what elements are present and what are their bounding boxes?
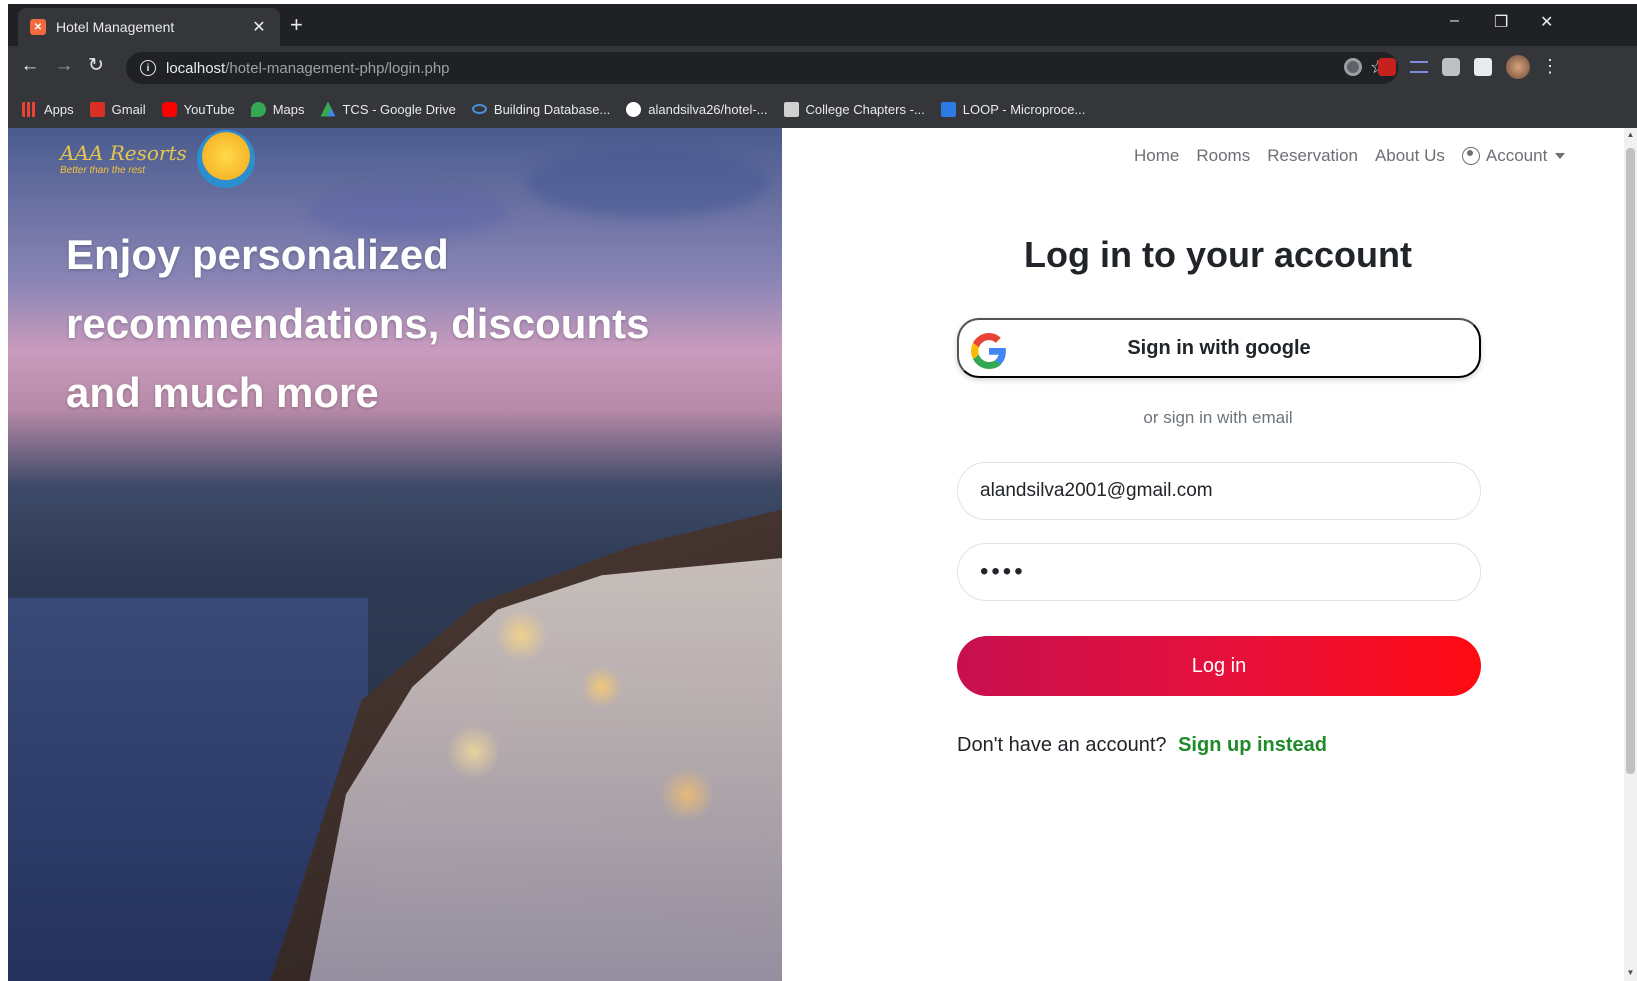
bookmark-maps[interactable]: Maps — [250, 101, 305, 117]
browser-toolbar: ← → ↻ i localhost/hotel-management-php/l… — [8, 46, 1637, 90]
close-window-icon[interactable]: ✕ — [1540, 12, 1553, 32]
signup-link[interactable]: Sign up instead — [1178, 734, 1327, 756]
google-signin-label: Sign in with google — [1127, 336, 1311, 359]
bookmark-label: Gmail — [111, 101, 146, 117]
hero-image-panel: AAA Resorts Better than the rest Enjoy p… — [8, 128, 782, 981]
hero-headline-line: and much more — [66, 369, 379, 416]
account-dropdown[interactable]: Account — [1461, 146, 1566, 166]
extensions-puzzle-icon[interactable] — [1474, 58, 1492, 76]
nav-reservation[interactable]: Reservation — [1267, 146, 1358, 166]
nav-about-us[interactable]: About Us — [1375, 146, 1445, 166]
menu-kebab-icon[interactable]: ⋮ — [1538, 56, 1562, 76]
signup-prompt-text: Don't have an account? — [957, 734, 1167, 756]
caret-down-icon — [1555, 153, 1566, 159]
cc-icon — [783, 101, 799, 117]
scroll-down-arrow-icon[interactable]: ▼ — [1626, 968, 1635, 977]
bookmark-label: Maps — [272, 101, 305, 117]
forward-icon[interactable]: → — [52, 56, 76, 76]
nav-home[interactable]: Home — [1134, 146, 1179, 166]
bookmark-label: YouTube — [183, 101, 235, 117]
restore-icon[interactable]: ❐ — [1494, 12, 1508, 32]
signup-prompt: Don't have an account? Sign up instead — [957, 734, 1327, 757]
hero-headline: Enjoy personalized recommendations, disc… — [66, 220, 706, 427]
site-nav: Home Rooms Reservation About Us Account — [1134, 146, 1566, 166]
bookmark-youtube[interactable]: YouTube — [161, 101, 235, 117]
page-title: Log in to your account — [1024, 234, 1412, 275]
tab-close-icon[interactable]: ✕ — [250, 17, 268, 37]
profile-avatar[interactable] — [1506, 55, 1530, 79]
scrollbar-thumb[interactable] — [1626, 148, 1635, 774]
minimize-icon[interactable]: – — [1450, 12, 1459, 30]
logo-tagline: Better than the rest — [60, 164, 146, 176]
bookmark-label: Apps — [44, 101, 74, 117]
drive-icon — [320, 101, 336, 117]
address-bar[interactable]: i localhost/hotel-management-php/login.p… — [126, 52, 1398, 84]
github-icon — [626, 101, 642, 117]
logo-wordmark: AAA Resorts Better than the rest — [60, 143, 187, 176]
bookmark-label: LOOP - Microproce... — [962, 101, 1086, 117]
reload-icon[interactable]: ↻ — [84, 56, 108, 76]
login-button[interactable]: Log in — [957, 636, 1481, 696]
bookmark-label: TCS - Google Drive — [342, 101, 456, 117]
google-signin-button[interactable]: Sign in with google — [957, 318, 1481, 378]
back-icon[interactable]: ← — [18, 56, 42, 76]
maps-pin-icon — [250, 101, 266, 117]
extension-lines-icon[interactable] — [1410, 61, 1428, 73]
browser-tab[interactable]: ✕ Hotel Management ✕ — [18, 8, 280, 46]
scroll-up-arrow-icon[interactable]: ▲ — [1626, 130, 1635, 139]
bookmark-loop[interactable]: LOOP - Microproce... — [940, 101, 1086, 117]
bookmark-label: College Chapters -... — [805, 101, 925, 117]
bookmark-gmail[interactable]: Gmail — [89, 101, 146, 117]
user-circle-icon — [1461, 147, 1480, 165]
google-g-icon — [971, 333, 1006, 369]
ublock-icon[interactable] — [1378, 58, 1396, 76]
url-path: /hotel-management-php/login.php — [225, 59, 450, 77]
apps-grid-icon — [22, 101, 37, 117]
trello-icon — [940, 101, 956, 117]
hero-headline-line: recommendations, discounts — [66, 300, 650, 347]
bookmark-college-chapters[interactable]: College Chapters -... — [783, 101, 925, 117]
bookmark-label: Building Database... — [493, 101, 611, 117]
browser-chrome: ✕ Hotel Management ✕ + – ❐ ✕ ← → ↻ i loc… — [8, 4, 1637, 128]
nav-rooms[interactable]: Rooms — [1196, 146, 1250, 166]
bookmark-building-database[interactable]: Building Database... — [471, 101, 611, 117]
extension-circle-icon[interactable] — [1344, 58, 1362, 76]
or-divider-text: or sign in with email — [1143, 408, 1293, 427]
bookmarks-bar: Apps Gmail YouTube Maps TCS - Google Dri… — [8, 90, 1637, 128]
infinity-icon — [471, 104, 487, 114]
resort-logo[interactable]: AAA Resorts Better than the rest — [60, 130, 255, 188]
bookmark-tcs-drive[interactable]: TCS - Google Drive — [320, 101, 456, 117]
gmail-icon — [89, 101, 105, 117]
bookmark-github[interactable]: alandsilva26/hotel-... — [626, 101, 768, 117]
email-field[interactable]: alandsilva2001@gmail.com — [957, 462, 1481, 520]
palm-sun-logo-icon — [196, 130, 255, 188]
logo-name: AAA Resorts — [60, 140, 187, 165]
screen: ✕ Hotel Management ✕ + – ❐ ✕ ← → ↻ i loc… — [0, 0, 1637, 981]
bookmark-apps[interactable]: Apps — [22, 101, 74, 117]
site-info-icon[interactable]: i — [140, 60, 156, 76]
password-field[interactable]: •••• — [957, 543, 1481, 601]
account-label: Account — [1485, 146, 1548, 165]
camera-extension-icon[interactable] — [1442, 58, 1460, 76]
hero-town — [308, 558, 782, 981]
hero-cloud — [528, 148, 768, 218]
tab-title: Hotel Management — [56, 19, 175, 35]
url-host: localhost — [166, 59, 226, 77]
xampp-favicon-icon: ✕ — [30, 19, 46, 35]
new-tab-icon[interactable]: + — [290, 14, 303, 36]
youtube-icon — [161, 101, 177, 117]
tab-strip: ✕ Hotel Management ✕ + – ❐ ✕ — [8, 4, 1637, 46]
bookmark-label: alandsilva26/hotel-... — [648, 101, 768, 117]
hero-headline-line: Enjoy personalized — [66, 231, 449, 278]
